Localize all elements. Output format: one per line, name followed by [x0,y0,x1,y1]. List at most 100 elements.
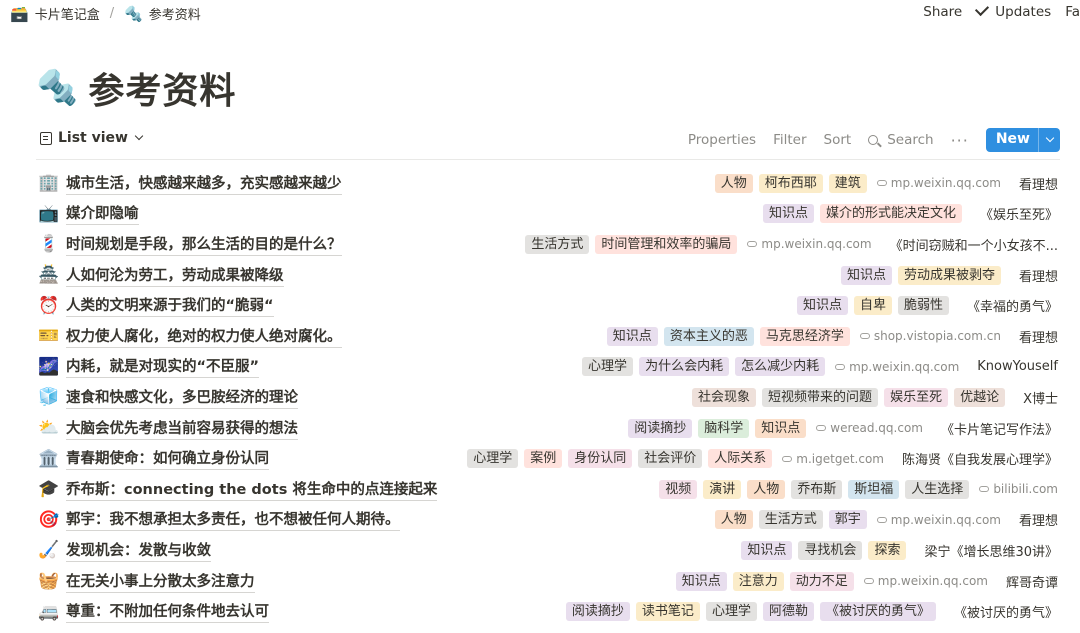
url-text: weread.qq.com [830,421,923,436]
new-button[interactable]: New [985,128,1060,152]
page-emoji-icon: 🏑 [38,540,60,561]
url-link[interactable]: mp.weixin.qq.com [876,176,1001,190]
page-emoji-icon: 🚐 [38,601,60,622]
source-text: 《时间窃贼和一个小女孩不... [889,238,1058,254]
list-item[interactable]: 🎯 郭宇：我不想承担太多责任，也不想被任何人期待。 人物 生活方式 郭宇 mp.weixi… [36,505,1060,536]
list-item-properties: 生活方式 时间管理和效率的骗局 mp.weixin.qq.com 《时间窃贼和一个小女… [525,229,1058,260]
list-item-title[interactable]: 内耗，就是对现实的“不臣服” [66,355,260,379]
list-item-title[interactable]: 发现机会：发散与收敛 [66,539,211,562]
bolt-icon[interactable]: 🔩 [36,64,78,112]
view-switcher[interactable]: List view [40,130,144,146]
list-item-title[interactable]: 媒介即隐喻 [66,202,139,226]
list-item[interactable]: 🧺 在无关小事上分散太多注意力 知识点 注意力 动力不足 mp.weixin.qq.com… [36,566,1060,597]
check-icon [975,1,990,17]
list-item-title[interactable]: 青春期使命：如何确立身份认同 [66,447,269,471]
url-link[interactable]: m.igetget.com [782,452,884,466]
list-item[interactable]: 🚐 尊重：不附加任何条件地去认可 阅读摘抄 读书笔记 心理学 阿德勒 《被讨厌的勇气》 《被讨… [36,596,1060,627]
tag: 寻找机会 [798,540,863,560]
url-link[interactable]: mp.weixin.qq.com [863,574,988,589]
url-text: mp.weixin.qq.com [890,512,1001,527]
page-emoji-icon: 🧺 [38,571,60,592]
list-item-title[interactable]: 尊重：不附加任何条件地去认可 [66,600,269,624]
page-title: 参考资料 [88,71,237,112]
source-text: 《娱乐至死》 [979,208,1058,224]
favorite-button[interactable]: Fa [1065,4,1080,20]
list-item[interactable]: ⏰ 人类的文明来源于我们的“脆弱“ 知识点 自卑 脆弱性 《幸福的勇气》 [36,290,1060,321]
list-item-properties: 心理学 案例 身份认同 社会评价 人际关系 m.igetget.com 陈海贤《自我发展心理… [467,443,1058,474]
tag: 读书笔记 [635,602,700,622]
list-item-title[interactable]: 大脑会优先考虑当前容易获得的想法 [66,417,298,440]
list-item-title[interactable]: 乔布斯：connecting the dots 将生命中的点连接起来 [66,478,438,501]
list-item[interactable]: 💈 时间规划是手段，那么生活的目的是什么？ 生活方式 时间管理和效率的骗局 mp.wei… [36,229,1060,260]
url-link[interactable]: bilibili.com [979,482,1058,496]
new-button-label[interactable]: New [986,128,1038,152]
list-item-title[interactable]: 在无关小事上分散太多注意力 [66,570,255,593]
tag: 人物 [714,173,753,193]
list-item[interactable]: ⛅ 大脑会优先考虑当前容易获得的想法 阅读摘抄 脑科学 知识点 weread.qq.com… [36,413,1060,444]
page-emoji-icon: 💈 [38,234,60,255]
tag: 斯坦福 [848,479,900,499]
tag: 知识点 [606,326,658,346]
list-item-properties: 知识点 劳动成果被剥夺 看理想 [840,260,1058,291]
url-link[interactable]: mp.weixin.qq.com [876,512,1001,527]
breadcrumb-item-card-box[interactable]: 卡片笔记盒 [35,4,100,23]
list-item-properties: 视频 演讲 人物 乔布斯 斯坦福 人生选择 bilibili.com [659,474,1058,505]
list-item-title[interactable]: 郭宇：我不想承担太多责任，也不想被任何人期待。 [66,508,400,532]
share-button[interactable]: Share [923,4,962,20]
url-link[interactable]: mp.weixin.qq.com [835,360,959,374]
url-link[interactable]: weread.qq.com [816,421,923,435]
link-icon [747,241,758,248]
properties-button[interactable]: Properties [688,132,756,148]
more-options-icon[interactable]: ··· [951,131,969,150]
url-link[interactable]: mp.weixin.qq.com [747,237,872,252]
tag: 生活方式 [758,510,823,530]
list-item-title[interactable]: 速食和快感文化，多巴胺经济的理论 [66,386,298,409]
tag: 脑科学 [698,418,750,438]
list-item-title[interactable]: 权力使人腐化，绝对的权力使人绝对腐化。 [66,325,342,348]
sort-button[interactable]: Sort [824,132,852,148]
tag: 知识点 [675,571,727,591]
tag: 建筑 [828,173,867,193]
tag: 探索 [868,540,907,560]
list-item-title[interactable]: 城市生活，快感越来越多，充实感越来越少 [66,172,342,195]
list-item[interactable]: 🏢 城市生活，快感越来越多，充实感越来越少 人物 柯布西耶 建筑 mp.weixin.qq… [36,168,1060,199]
tag: 视频 [659,479,698,499]
list-item[interactable]: 🏛️ 青春期使命：如何确立身份认同 心理学 案例 身份认同 社会评价 人际关系 m.igetg… [36,443,1060,474]
list-item[interactable]: 🌌 内耗，就是对现实的“不臣服” 心理学 为什么会内耗 怎么减少内耗 mp.weixin.… [36,352,1060,383]
list-item-title[interactable]: 人类的文明来源于我们的“脆弱“ [66,294,274,318]
card-box-icon: 🗃️ [10,4,29,23]
tag: 人物 [714,510,753,530]
list-item[interactable]: 🏑 发现机会：发散与收敛 知识点 寻找机会 探索 梁宁《增长思维30讲》 [36,535,1060,566]
list-item-properties: 阅读摘抄 脑科学 知识点 weread.qq.com 《卡片笔记写作法》 [628,413,1058,444]
search-button[interactable]: Search [868,132,934,148]
updates-button[interactable]: Updates [975,1,1051,20]
list-item-title[interactable]: 时间规划是手段，那么生活的目的是什么？ [66,233,342,256]
list-item-title[interactable]: 人如何沦为劳工，劳动成果被降级 [66,264,284,287]
list-item-properties: 知识点 媒介的形式能决定文化 《娱乐至死》 [762,199,1058,230]
list-item[interactable]: 🧊 速食和快感文化，多巴胺经济的理论 社会现象 短视频带来的问题 娱乐至死 优越论 X博士 [36,382,1060,413]
page-emoji-icon: 🎯 [38,509,60,530]
tag: 心理学 [467,449,519,469]
list-item[interactable]: 📺 媒介即隐喻 知识点 媒介的形式能决定文化 《娱乐至死》 [36,199,1060,230]
tag: 人际关系 [708,449,773,469]
breadcrumb-item-references[interactable]: 参考资料 [149,4,201,23]
source-text: KnowYouself [977,359,1058,375]
list-item-properties: 知识点 资本主义的恶 马克思经济学 shop.vistopia.com.cn 看理想 [606,321,1058,352]
link-icon [863,578,874,585]
source-text: 看理想 [1018,514,1058,530]
url-text: mp.weixin.qq.com [761,237,872,252]
new-dropdown-button[interactable] [1038,128,1060,152]
tag: 知识点 [741,540,793,560]
url-link[interactable]: shop.vistopia.com.cn [859,329,1001,343]
list-item[interactable]: 🏯 人如何沦为劳工，劳动成果被降级 知识点 劳动成果被剥夺 看理想 [36,260,1060,291]
filter-button[interactable]: Filter [773,132,806,148]
url-text: mp.weixin.qq.com [849,359,960,374]
url-text: mp.weixin.qq.com [877,574,988,589]
tag: 娱乐至死 [884,387,949,407]
tag: 马克思经济学 [759,326,850,346]
tag: 社会现象 [692,387,757,407]
list-item[interactable]: 🎓 乔布斯：connecting the dots 将生命中的点连接起来 视频 演讲人… [36,474,1060,505]
list-item[interactable]: 🎫 权力使人腐化，绝对的权力使人绝对腐化。 知识点 资本主义的恶 马克思经济学 shop.… [36,321,1060,352]
url-text: m.igetget.com [796,451,884,466]
tag: 知识点 [840,265,892,285]
